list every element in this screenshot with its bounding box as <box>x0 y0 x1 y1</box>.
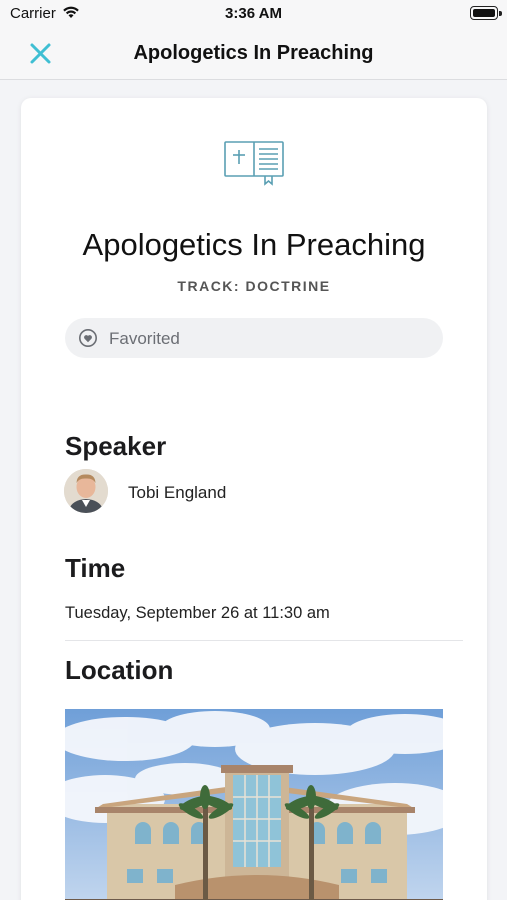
speaker-avatar[interactable] <box>64 469 108 513</box>
favorite-label: Favorited <box>109 329 180 348</box>
book-icon <box>223 138 285 191</box>
track-label: TRACK: DOCTRINE <box>177 278 331 294</box>
heart-icon <box>78 328 98 353</box>
location-photo <box>65 709 443 900</box>
favorite-button[interactable]: Favorited <box>65 318 443 358</box>
time-value: Tuesday, September 26 at 11:30 am <box>65 604 330 622</box>
session-title: Apologetics In Preaching <box>82 227 426 262</box>
nav-bar: Apologetics In Preaching <box>0 30 507 80</box>
location-heading: Location <box>65 655 174 685</box>
speaker-name[interactable]: Tobi England <box>128 483 226 503</box>
status-time: 3:36 AM <box>225 5 282 22</box>
status-bar: Carrier 3:36 AM <box>0 0 507 30</box>
battery-icon <box>470 6 502 20</box>
nav-title: Apologetics In Preaching <box>133 42 374 64</box>
speaker-heading: Speaker <box>65 431 167 461</box>
divider <box>65 640 463 641</box>
time-heading: Time <box>65 553 126 583</box>
session-card: Apologetics In Preaching TRACK: DOCTRINE… <box>21 98 487 900</box>
